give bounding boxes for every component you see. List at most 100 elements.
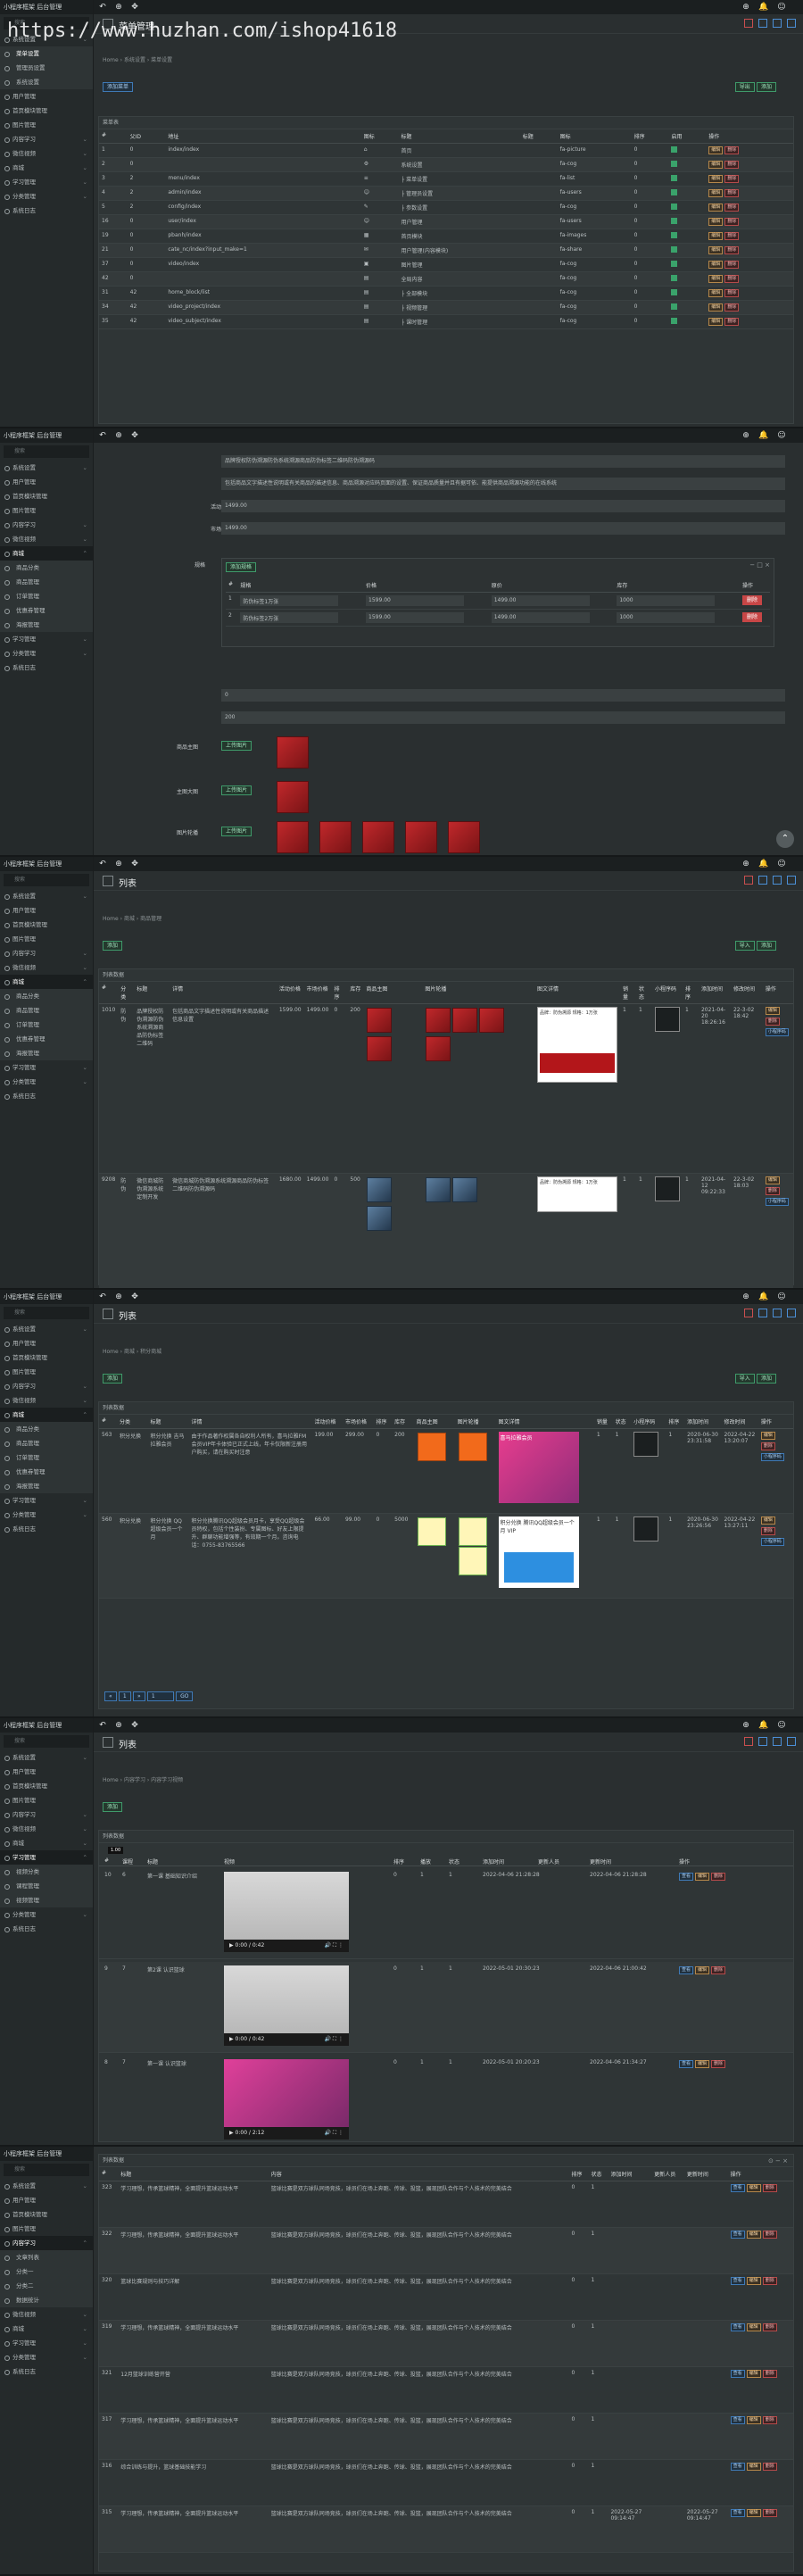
row-action-button[interactable]: 删除: [724, 146, 740, 154]
column-header[interactable]: #: [99, 982, 119, 1004]
sidebar-item-coupon-manage[interactable]: 优惠券管理: [0, 603, 93, 618]
detail-preview[interactable]: 品牌：防伪溯源 规格：1万张: [537, 1007, 618, 1083]
qrcode-image[interactable]: [633, 1517, 659, 1541]
sidebar-item-mall[interactable]: 商城 ⌄: [0, 161, 93, 175]
product-thumbnail[interactable]: [367, 1206, 393, 1231]
column-header[interactable]: 操作: [762, 982, 793, 1004]
column-header[interactable]: 更新时间: [590, 1857, 611, 1866]
page-prev[interactable]: «: [104, 1691, 117, 1701]
sidebar-search[interactable]: 搜索: [4, 445, 89, 458]
product-thumbnail[interactable]: [367, 1036, 393, 1061]
row-action-button[interactable]: 删除: [762, 2231, 777, 2239]
sidebar-item-system-log[interactable]: 系统日志: [0, 1089, 93, 1103]
column-header[interactable]: 市场价格: [342, 1415, 374, 1429]
title-input[interactable]: 品牌授权防伪溯源防伪系统溯源商品防伪标签二维码防伪溯源码: [221, 455, 785, 468]
sidebar-item-home-modules[interactable]: 首页模块管理: [0, 2207, 93, 2222]
sidebar-item-product-manage[interactable]: 商品管理: [0, 575, 93, 589]
column-header[interactable]: 地址: [165, 129, 361, 144]
row-action-button[interactable]: 删除: [724, 289, 740, 297]
sidebar-item-article-list[interactable]: 文章列表: [0, 2250, 93, 2264]
column-header[interactable]: 更新时间: [683, 2167, 728, 2181]
back-icon[interactable]: ↶: [97, 1292, 108, 1302]
row-action-button[interactable]: 查看: [730, 2231, 745, 2239]
spec-input[interactable]: 1599.00: [366, 612, 465, 623]
column-header[interactable]: 商品主图: [363, 982, 423, 1004]
row-action-button[interactable]: 编辑: [708, 318, 724, 326]
column-header[interactable]: 图片轮播: [454, 1415, 496, 1429]
add-button[interactable]: 添加: [103, 941, 123, 951]
volume-fullscreen-icons[interactable]: 🔊 ⛶ ⋮: [325, 2033, 344, 2046]
sidebar-item-user-manage[interactable]: 用户管理: [0, 89, 93, 104]
sidebar-item-study[interactable]: 学习管理 ⌄: [0, 175, 93, 189]
row-action-button[interactable]: 编辑: [708, 175, 724, 183]
enabled-toggle[interactable]: [668, 157, 707, 172]
sidebar-item-product-manage[interactable]: 商品管理: [0, 1003, 93, 1018]
enabled-toggle[interactable]: [668, 300, 707, 315]
row-action-button[interactable]: 删除: [724, 275, 740, 283]
enabled-toggle[interactable]: [668, 243, 707, 258]
video-player[interactable]: ▶ 0:00 / 2:12 🔊 ⛶ ⋮: [224, 2059, 349, 2140]
add-circle-icon[interactable]: ⊕: [113, 1720, 124, 1731]
column-header[interactable]: #: [99, 129, 128, 144]
column-header[interactable]: 修改时间: [730, 982, 763, 1004]
user-icon[interactable]: ☺: [776, 1292, 787, 1302]
row-action-button[interactable]: 删除: [760, 1442, 775, 1450]
sidebar-item-user-manage[interactable]: 用户管理: [0, 1765, 93, 1779]
sidebar-item-system-log[interactable]: 系统日志: [0, 1522, 93, 1536]
row-action-button[interactable]: 删除: [762, 2184, 777, 2192]
sidebar-item-micro-video[interactable]: 微信视频 ⌄: [0, 1822, 93, 1836]
column-header[interactable]: 标题: [118, 2167, 269, 2181]
sidebar-item-home-modules[interactable]: 首页模块管理: [0, 1779, 93, 1793]
row-action-button[interactable]: 查看: [679, 2060, 694, 2068]
sidebar-item-coupon-manage[interactable]: 优惠券管理: [0, 1032, 93, 1046]
row-action-button[interactable]: 编辑: [746, 2184, 761, 2192]
sidebar-item-home-modules[interactable]: 首页模块管理: [0, 918, 93, 932]
sidebar-item-product-category[interactable]: 商品分类: [0, 1422, 93, 1436]
row-action-button[interactable]: 删除: [724, 204, 740, 212]
breadcrumb-section[interactable]: 商城: [124, 1349, 135, 1355]
sidebar-item-study[interactable]: 学习管理 ⌄: [0, 1493, 93, 1508]
column-header[interactable]: 库存: [347, 982, 364, 1004]
grid-icon[interactable]: [758, 1737, 767, 1746]
row-action-button[interactable]: 删除: [762, 2463, 777, 2471]
sidebar-item-system-log[interactable]: 系统日志: [0, 1922, 93, 1936]
sidebar-item-product-manage[interactable]: 商品管理: [0, 1436, 93, 1450]
column-header[interactable]: 操作: [706, 129, 793, 144]
enabled-toggle[interactable]: [668, 229, 707, 244]
upload-cover-button[interactable]: 上传图片: [221, 741, 252, 751]
column-header[interactable]: 内容: [268, 2167, 569, 2181]
row-action-button[interactable]: 编辑: [765, 1007, 780, 1015]
row-action-button[interactable]: 查看: [679, 1966, 694, 1974]
row-action-button[interactable]: 删除: [711, 1966, 726, 1974]
sidebar-item-system-settings-sub[interactable]: 系统设置: [0, 75, 93, 89]
row-action-button[interactable]: 编辑: [708, 189, 724, 197]
sidebar-item-content[interactable]: 内容学习 ⌄: [0, 1807, 93, 1822]
sidebar-item-mall[interactable]: 商城 ⌃: [0, 975, 93, 989]
column-header[interactable]: 状态: [588, 2167, 608, 2181]
column-header[interactable]: 状态: [449, 1857, 459, 1866]
add-spec-button[interactable]: 添加规格: [226, 562, 257, 572]
add-circle-icon[interactable]: ⊕: [113, 1292, 124, 1302]
column-header[interactable]: 更新人员: [538, 1857, 559, 1866]
plus-icon[interactable]: ⊕: [741, 2, 751, 12]
sidebar-item-system-log[interactable]: 系统日志: [0, 204, 93, 218]
row-action-button[interactable]: 删除: [765, 1018, 780, 1026]
add-button[interactable]: 添加: [103, 1374, 123, 1384]
export-button[interactable]: 导出: [734, 82, 755, 92]
column-header[interactable]: 添加时间: [698, 982, 731, 1004]
row-action-button[interactable]: 删除: [724, 232, 740, 240]
volume-fullscreen-icons[interactable]: 🔊 ⛶ ⋮: [325, 2127, 344, 2140]
row-action-button[interactable]: 删除: [762, 2509, 777, 2517]
sidebar-item-system-settings[interactable]: 系统设置 ⌄: [0, 461, 93, 475]
breadcrumb-home[interactable]: Home: [103, 57, 119, 63]
column-header[interactable]: 销量: [620, 982, 636, 1004]
gallery-thumbnail[interactable]: [405, 821, 437, 853]
gallery-thumbnail[interactable]: [319, 821, 352, 853]
row-action-button[interactable]: 编辑: [760, 1432, 775, 1440]
column-header[interactable]: 标题: [398, 129, 520, 144]
breadcrumb-section[interactable]: 商城: [124, 916, 135, 922]
row-action-button[interactable]: 删除: [762, 2323, 777, 2331]
expand-icon[interactable]: ✥: [129, 2, 140, 12]
sidebar-item-data-stats[interactable]: 数据统计: [0, 2293, 93, 2307]
sidebar-item-image-manage[interactable]: 图片管理: [0, 503, 93, 518]
